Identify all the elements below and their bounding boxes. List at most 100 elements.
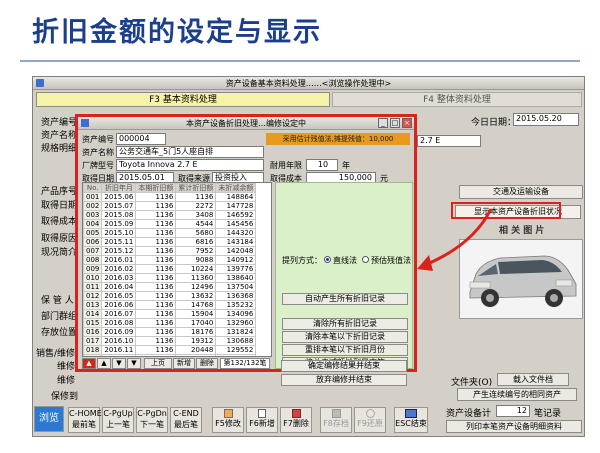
dlg-asset-name-field: 公务交通车_5门5人座自排: [116, 146, 264, 158]
auto-generate-button[interactable]: 自动产生所有折旧记录: [282, 293, 408, 305]
nav-next-icon[interactable]: ▼: [112, 358, 126, 369]
table-cell: 1136: [135, 345, 177, 355]
load-file-button[interactable]: 载入文件档: [497, 373, 569, 386]
dlg-asset-no-field: 000004: [116, 133, 166, 145]
table-cell: 1136: [135, 291, 177, 301]
table-cell: 12496: [175, 282, 217, 292]
table-cell: 018: [83, 345, 103, 355]
table-row[interactable]: 003 2015.08 1136 3408 146592: [83, 210, 257, 220]
delete-button[interactable]: F7删除: [280, 407, 312, 433]
radio-straight-line[interactable]: [324, 256, 331, 263]
table-row[interactable]: 008 2016.01 1136 9088 140912: [83, 255, 257, 265]
label-acq-reason: 取得原因: [41, 234, 78, 244]
clear-all-button[interactable]: 清除所有折旧记录: [282, 318, 408, 330]
table-row[interactable]: 017 2016.10 1136 19312 130688: [83, 336, 257, 346]
table-cell: 2015.10: [101, 228, 137, 238]
table-cell: 131824: [215, 327, 257, 337]
restore-button[interactable]: F9还原: [354, 407, 386, 433]
confirm-button[interactable]: 确定编修结果并结束: [281, 360, 407, 372]
maximize-icon[interactable]: □: [390, 118, 400, 128]
table-cell: 2016.05: [101, 291, 137, 301]
label-acq-cost: 取得成本: [41, 217, 78, 227]
label-acq-date: 取得日期: [41, 201, 78, 211]
browse-mode-indicator: 浏览: [34, 406, 64, 432]
asset-total-field: 12: [496, 405, 530, 417]
table-cell: 138640: [215, 273, 257, 283]
discard-button[interactable]: 放弃编修并结束: [281, 374, 407, 386]
table-cell: 001: [83, 192, 103, 202]
label-repair-2: 维修: [57, 376, 76, 386]
dialog-title: 本资产设备折旧处理…编修设定中: [186, 119, 306, 128]
clear-below-button[interactable]: 清除本笔以下折旧记录: [282, 331, 408, 343]
table-row[interactable]: 014 2016.07 1136 15904 134096: [83, 309, 257, 319]
table-cell: 2015.11: [101, 237, 137, 247]
category-button[interactable]: 交通及运输设备: [459, 185, 583, 199]
minimize-icon[interactable]: _: [378, 118, 388, 128]
close-icon[interactable]: ×: [402, 118, 412, 128]
table-row[interactable]: 002 2015.07 1136 2272 147728: [83, 201, 257, 211]
table-row[interactable]: 013 2016.06 1136 14768 135232: [83, 300, 257, 310]
table-cell: 2015.09: [101, 219, 137, 229]
table-cell: 1136: [135, 246, 177, 256]
table-cell: 139776: [215, 264, 257, 274]
first-record-button[interactable]: C-HOME 最前笔: [68, 407, 102, 433]
table-cell: 1136: [135, 237, 177, 247]
table-cell: 1136: [135, 300, 177, 310]
dialog-titlebar: 本资产设备折旧处理…编修设定中 _ □ ×: [78, 117, 414, 130]
nav-prev-page-button[interactable]: 上页: [144, 358, 172, 369]
table-cell: 134096: [215, 309, 257, 319]
table-row[interactable]: 011 2016.04 1136 12496 137504: [83, 282, 257, 292]
add-button[interactable]: F6新增: [246, 407, 278, 433]
tab-whole-data[interactable]: F4 整体资料处理: [332, 92, 582, 107]
table-row[interactable]: 004 2015.09 1136 4544 145456: [83, 219, 257, 229]
table-row[interactable]: 006 2015.11 1136 6816 143184: [83, 237, 257, 247]
table-cell: 1136: [135, 201, 177, 211]
label-department: 部门群组: [41, 312, 78, 322]
prev-record-button[interactable]: C-PgUp 上一笔: [102, 407, 134, 433]
spec-field: 2.7 E: [417, 135, 481, 147]
table-row[interactable]: 010 2016.03 1136 11360 138640: [83, 273, 257, 283]
modify-button[interactable]: F5修改: [212, 407, 244, 433]
table-row[interactable]: 001 2015.06 1136 1136 148864: [83, 192, 257, 202]
print-details-button[interactable]: 列印本笔资产设备明细资料: [446, 420, 582, 433]
table-cell: 20448: [175, 345, 217, 355]
record-counter: 第132/132笔: [220, 358, 270, 369]
generate-serial-button[interactable]: 产生连续编号的相同资产: [457, 388, 577, 401]
table-cell: 1136: [135, 318, 177, 328]
next-record-button[interactable]: C-PgDn 下一笔: [136, 407, 168, 433]
table-row[interactable]: 015 2016.08 1136 17040 132960: [83, 318, 257, 328]
nav-first-icon[interactable]: ▲: [82, 358, 96, 369]
save-button[interactable]: F8存档: [320, 407, 352, 433]
table-cell: 2015.07: [101, 201, 137, 211]
table-cell: 17040: [175, 318, 217, 328]
rearrange-months-button[interactable]: 重排本笔以下折旧月份: [282, 344, 408, 356]
table-row[interactable]: 005 2015.10 1136 5680 144320: [83, 228, 257, 238]
table-cell: 002: [83, 201, 103, 211]
table-row[interactable]: 018 2016.11 1136 20448 129552: [83, 345, 257, 355]
table-row[interactable]: 012 2016.05 1136 13632 136368: [83, 291, 257, 301]
nav-add-button[interactable]: 新增: [173, 358, 195, 369]
exit-button[interactable]: ESC结束: [394, 407, 428, 433]
nav-last-icon[interactable]: ▼: [127, 358, 141, 369]
app-icon: [36, 79, 44, 87]
table-row[interactable]: 0192016.12113621584128416: [83, 354, 257, 356]
table-cell: 5680: [175, 228, 217, 238]
nav-delete-button[interactable]: 删除: [196, 358, 218, 369]
nav-prev-icon[interactable]: ▲: [97, 358, 111, 369]
table-cell: 1136: [135, 210, 177, 220]
table-cell: 2016.01: [101, 255, 137, 265]
label-custodian: 保 管 人: [41, 296, 74, 306]
table-cell: 4544: [175, 219, 217, 229]
table-row[interactable]: 007 2015.12 1136 7952 142048: [83, 246, 257, 256]
actions-pane: 提列方式： 直线法 预估残值法 自动产生所有折旧记录 清除所有折旧记录 清除本笔…: [275, 182, 413, 369]
radio-salvage[interactable]: [362, 256, 369, 263]
table-cell: 1136: [135, 255, 177, 265]
table-row[interactable]: 016 2016.09 1136 18176 131824: [83, 327, 257, 337]
asset-total-unit: 笔记录: [534, 409, 562, 419]
last-record-button[interactable]: C-END 最后笔: [170, 407, 202, 433]
table-row[interactable]: 009 2016.02 1136 10224 139776: [83, 264, 257, 274]
table-cell: 1136: [175, 192, 217, 202]
label-sales: 销售/维修: [36, 349, 76, 359]
tab-basic-data[interactable]: F3 基本资料处理: [36, 92, 330, 107]
table-cell: 2016.04: [101, 282, 137, 292]
